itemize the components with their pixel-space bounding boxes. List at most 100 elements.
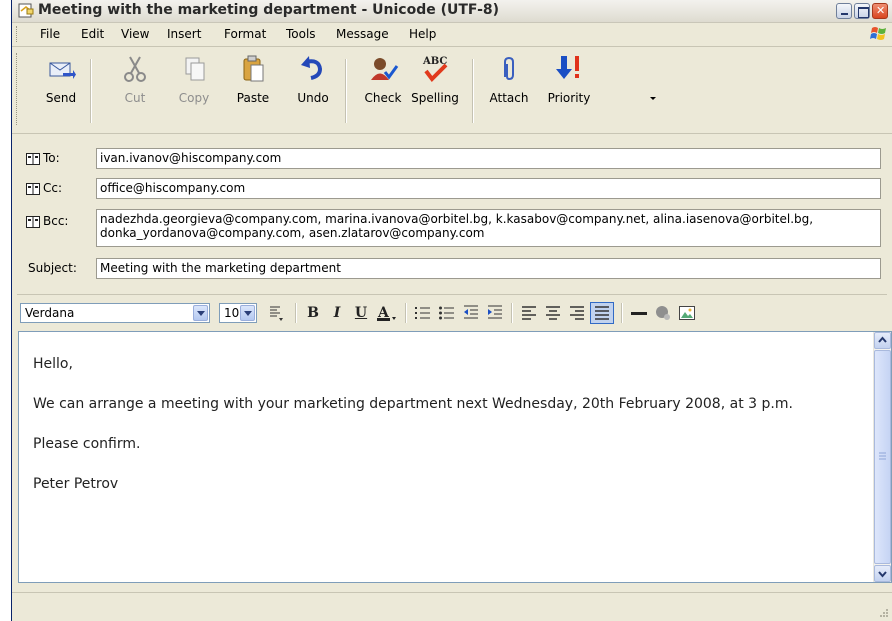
numbered-list-icon xyxy=(415,307,430,319)
menu-message[interactable]: Message xyxy=(336,27,389,41)
format-separator xyxy=(295,303,297,323)
toolbar-separator xyxy=(345,59,347,123)
paste-button[interactable]: Paste xyxy=(233,53,273,131)
priority-dropdown-arrow[interactable] xyxy=(650,97,656,100)
menu-file[interactable]: File xyxy=(40,27,60,41)
scrollbar-thumb[interactable] xyxy=(874,350,891,564)
align-center-icon xyxy=(546,306,560,320)
to-label[interactable]: To: xyxy=(26,151,60,165)
bcc-field[interactable]: nadezhda.georgieva@company.com, marina.i… xyxy=(96,209,881,247)
message-body[interactable]: Hello, We can arrange a meeting with you… xyxy=(33,354,863,514)
font-name-select[interactable]: Verdana xyxy=(20,303,210,323)
main-toolbar: Send Cut Copy Paste Undo Check ABC Spell… xyxy=(12,47,892,134)
close-button[interactable]: ✕ xyxy=(872,3,888,19)
insert-picture-button[interactable] xyxy=(677,304,697,322)
format-separator xyxy=(405,303,407,323)
align-left-icon xyxy=(522,306,536,320)
send-icon xyxy=(49,62,76,79)
horizontal-line-icon xyxy=(631,312,647,315)
spelling-icon: ABC xyxy=(422,56,448,83)
spelling-button[interactable]: ABC Spelling xyxy=(408,53,462,131)
align-right-button[interactable] xyxy=(567,304,587,322)
to-field[interactable]: ivan.ivanov@hiscompany.com xyxy=(96,148,881,169)
insert-hyperlink-button[interactable] xyxy=(653,304,673,322)
grip-icon xyxy=(879,452,886,460)
maximize-button[interactable] xyxy=(854,3,870,19)
align-right-icon xyxy=(570,306,584,320)
cc-field[interactable]: office@hiscompany.com xyxy=(96,178,881,199)
new-message-icon xyxy=(18,3,34,18)
format-separator xyxy=(621,303,623,323)
globe-link-icon xyxy=(656,306,670,320)
bcc-label[interactable]: Bcc: xyxy=(26,214,68,228)
copy-button[interactable]: Copy xyxy=(176,53,212,131)
undo-button[interactable]: Undo xyxy=(293,53,333,131)
decrease-indent-icon xyxy=(464,305,478,319)
title-bar[interactable]: Meeting with the marketing department - … xyxy=(12,0,892,23)
horizontal-line-button[interactable] xyxy=(629,304,649,322)
decrease-indent-button[interactable] xyxy=(461,304,481,322)
scroll-up-button[interactable] xyxy=(874,332,891,349)
body-paragraph: We can arrange a meeting with your marke… xyxy=(33,396,793,412)
minimize-button[interactable] xyxy=(836,3,852,19)
paragraph-style-icon xyxy=(270,306,283,321)
italic-button[interactable]: I xyxy=(327,304,347,322)
picture-icon xyxy=(679,306,695,320)
chevron-down-icon[interactable] xyxy=(193,305,208,321)
increase-indent-icon xyxy=(488,305,502,319)
bulleted-list-button[interactable] xyxy=(437,304,457,322)
check-names-icon xyxy=(371,58,399,80)
format-separator xyxy=(511,303,513,323)
subject-label: Subject: xyxy=(28,261,77,275)
priority-icon xyxy=(556,56,579,79)
resize-grip-icon[interactable] xyxy=(877,606,889,618)
check-names-button[interactable]: Check xyxy=(361,53,405,131)
attach-button[interactable]: Attach xyxy=(487,53,531,131)
menu-edit[interactable]: Edit xyxy=(81,27,104,41)
send-button[interactable]: Send xyxy=(42,53,80,131)
increase-indent-button[interactable] xyxy=(485,304,505,322)
font-size-select[interactable]: 10 xyxy=(219,303,257,323)
subject-field[interactable]: Meeting with the marketing department xyxy=(96,258,881,279)
scissors-icon xyxy=(124,56,146,82)
message-headers: To: ivan.ivanov@hiscompany.com Cc: offic… xyxy=(12,134,892,286)
body-greeting: Hello, xyxy=(33,356,73,372)
vertical-scrollbar[interactable] xyxy=(873,332,891,582)
body-signature: Peter Petrov xyxy=(33,476,119,492)
chevron-up-icon xyxy=(878,336,887,343)
menu-help[interactable]: Help xyxy=(409,27,436,41)
menu-view[interactable]: View xyxy=(121,27,149,41)
compose-window: Meeting with the marketing department - … xyxy=(11,0,892,621)
font-color-icon: A xyxy=(377,305,396,321)
cut-button[interactable]: Cut xyxy=(119,53,151,131)
paragraph-style-button[interactable] xyxy=(265,304,287,322)
address-book-icon xyxy=(26,215,40,228)
message-body-editor[interactable]: Hello, We can arrange a meeting with you… xyxy=(18,331,892,583)
windows-logo-icon xyxy=(870,25,888,43)
chevron-down-icon[interactable] xyxy=(240,305,255,321)
font-color-button[interactable]: A xyxy=(375,304,399,322)
justify-button[interactable] xyxy=(590,302,614,324)
toolbar-grip xyxy=(16,53,20,125)
address-book-icon xyxy=(26,182,40,195)
menu-tools[interactable]: Tools xyxy=(286,27,316,41)
align-left-button[interactable] xyxy=(519,304,539,322)
menu-bar: File Edit View Insert Format Tools Messa… xyxy=(12,22,892,47)
menu-insert[interactable]: Insert xyxy=(167,27,201,41)
cc-label[interactable]: Cc: xyxy=(26,181,62,195)
menu-format[interactable]: Format xyxy=(224,27,266,41)
undo-icon xyxy=(301,56,323,80)
numbered-list-button[interactable] xyxy=(413,304,433,322)
toolbar-separator xyxy=(90,59,92,123)
paperclip-icon xyxy=(504,56,514,81)
paste-icon xyxy=(243,55,264,82)
bold-button[interactable]: B xyxy=(303,304,323,322)
scroll-down-button[interactable] xyxy=(874,565,891,582)
underline-button[interactable]: U xyxy=(351,304,371,322)
menu-grip xyxy=(16,26,20,42)
priority-button[interactable]: Priority xyxy=(544,53,594,131)
copy-icon xyxy=(185,57,205,81)
align-center-button[interactable] xyxy=(543,304,563,322)
status-bar xyxy=(12,592,892,621)
chevron-down-icon xyxy=(878,571,887,578)
